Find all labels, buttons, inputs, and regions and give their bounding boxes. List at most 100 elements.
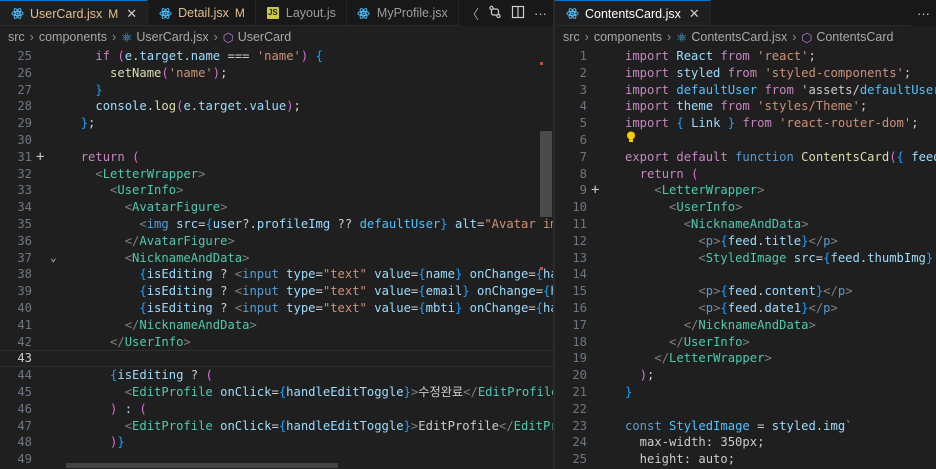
code-line: 9 + <LetterWrapper>	[555, 182, 936, 199]
breadcrumb-item[interactable]: UserCard	[238, 30, 292, 44]
code-text: <p>{feed.content}</p>	[698, 284, 853, 299]
code-line: 22	[555, 401, 936, 418]
code-line: 29 };	[0, 115, 553, 132]
breadcrumb-item[interactable]: ContentsCard.jsx	[691, 30, 787, 44]
react-icon	[357, 6, 371, 20]
line-number: 38	[17, 267, 32, 282]
line-number: 13	[572, 250, 587, 265]
code-line: 39 {isEditing ? <input type="text" value…	[0, 283, 553, 300]
code-line: 20 );	[555, 367, 936, 384]
code-line: 44 {isEditing ? (	[0, 367, 553, 384]
code-text: console.log(e.target.value);	[95, 99, 301, 114]
code-text: <StyledImage src={feed.thumbImg} alt	[698, 250, 934, 265]
code-line: 5 import { Link } from 'react-router-dom'…	[555, 115, 936, 132]
line-number: 24	[572, 435, 587, 450]
right-editor-actions: ···	[911, 0, 936, 26]
line-number: 48	[17, 435, 32, 450]
code-line: 16 <p>{feed.date1}</p>	[555, 300, 936, 317]
code-line: 42 </UserInfo>	[0, 334, 553, 351]
more-actions-icon[interactable]: ···	[917, 6, 930, 21]
code-text: <LetterWrapper>	[654, 183, 765, 198]
breadcrumb-item[interactable]: src	[563, 30, 580, 44]
close-tab-icon[interactable]: ✕	[689, 6, 700, 22]
right-tab-bar: ContentsCard.jsx ✕	[555, 0, 936, 26]
line-number: 5	[579, 116, 587, 131]
code-line: 36 </AvatarFigure>	[0, 233, 553, 250]
tab-layout-js[interactable]: JS Layout.js	[256, 0, 347, 25]
breadcrumb: src › components › ⚛ ContentsCard.jsx › ⬡ Conten…	[555, 27, 936, 47]
left-editor-actions: 〈 ···	[459, 0, 553, 26]
line-number: 44	[17, 368, 32, 383]
react-icon	[565, 7, 579, 21]
react-icon	[10, 7, 24, 21]
code-text: <UserInfo>	[669, 200, 743, 215]
code-text: if (e.target.name === 'name') {	[95, 49, 323, 63]
breadcrumb-item[interactable]: components	[39, 30, 107, 44]
chevron-right-icon: ›	[666, 30, 672, 44]
code-text: <UserInfo>	[110, 183, 184, 198]
tab-label: Layout.js	[285, 6, 336, 20]
compare-changes-icon[interactable]	[488, 5, 502, 22]
scroll-tabs-left-icon[interactable]: 〈	[466, 4, 479, 23]
code-line: 38 {isEditing ? <input type="text" value…	[0, 266, 553, 283]
line-number: 20	[572, 368, 587, 383]
chevron-down-icon[interactable]: ⌄	[50, 250, 57, 267]
tab-label: MyProfile.jsx	[376, 6, 448, 20]
line-number: 12	[572, 233, 587, 248]
code-text: </NicknameAndData>	[683, 317, 816, 332]
more-actions-icon[interactable]: ···	[534, 6, 547, 21]
tab-label: UserCard.jsx	[30, 6, 103, 21]
line-number: 41	[17, 317, 32, 332]
code-line: 30	[0, 132, 553, 149]
right-editor-group: ContentsCard.jsx ✕ ··· src › components › ⚛ Co…	[555, 0, 936, 469]
code-line: 46 ) : (	[0, 401, 553, 418]
code-text: <NicknameAndData>	[124, 250, 250, 265]
tab-contentscard-jsx[interactable]: ContentsCard.jsx ✕	[555, 0, 711, 25]
breadcrumb: src › components › ⚛ UserCard.jsx › ⬡ UserCard	[0, 27, 553, 47]
code-line: 11 <NicknameAndData>	[555, 216, 936, 233]
symbol-method-icon: ⬡	[801, 30, 813, 45]
react-icon	[158, 6, 172, 20]
code-text: <EditProfile onClick={handleEditToggle}>…	[124, 385, 553, 399]
breadcrumb-item[interactable]: src	[8, 30, 25, 44]
code-line: 2 import styled from 'styled-components';	[555, 65, 936, 82]
breadcrumb-item[interactable]: components	[594, 30, 662, 44]
line-number: 46	[17, 401, 32, 416]
add-comment-icon[interactable]: +	[591, 182, 599, 199]
chevron-right-icon: ›	[213, 30, 218, 44]
code-text: return (	[80, 149, 140, 164]
code-text: {isEditing ? <input type="text" value={n…	[139, 267, 553, 282]
code-text: max-width: 350px;	[625, 435, 765, 450]
code-line: 7 export default function ContentsCard({ …	[555, 149, 936, 166]
line-number: 25	[572, 452, 587, 467]
line-number: 4	[579, 99, 587, 114]
code-line: 49	[0, 451, 553, 468]
code-text: <p>{feed.title}</p>	[698, 233, 838, 248]
close-tab-icon[interactable]: ✕	[126, 6, 137, 22]
line-number: 42	[17, 334, 32, 349]
code-line: 18 </UserInfo>	[555, 334, 936, 351]
add-comment-icon[interactable]: +	[36, 149, 44, 166]
react-icon: ⚛	[121, 30, 133, 45]
code-editor[interactable]: 1 import React from 'react'; 2 import style…	[555, 47, 936, 469]
line-number: 29	[17, 116, 32, 131]
split-editor-icon[interactable]	[511, 5, 525, 22]
breadcrumb-item[interactable]: UserCard.jsx	[136, 30, 208, 44]
breadcrumb-item[interactable]: ContentsCard	[816, 30, 893, 44]
line-number: 3	[579, 82, 587, 97]
code-line: 34 <AvatarFigure>	[0, 199, 553, 216]
tab-usercard-jsx[interactable]: UserCard.jsx M ✕	[0, 0, 149, 25]
line-number: 8	[579, 166, 587, 181]
code-text: <EditProfile onClick={handleEditToggle}>…	[124, 418, 553, 433]
code-editor[interactable]: 25 if (e.target.name === 'name') {26 set…	[0, 47, 553, 469]
code-line: 4 import theme from 'styles/Theme';	[555, 98, 936, 115]
tab-myprofile-jsx[interactable]: MyProfile.jsx	[347, 0, 459, 25]
code-text: {isEditing ? (	[110, 368, 213, 383]
tab-detail-jsx[interactable]: Detail.jsx M	[148, 0, 256, 25]
code-text: }	[625, 385, 633, 399]
code-line: 37 ⌄ <NicknameAndData>	[0, 250, 553, 267]
line-number: 26	[17, 65, 32, 80]
code-line: 14	[555, 266, 936, 283]
line-number: 10	[572, 200, 587, 215]
code-line: 23 const StyledImage = styled.img`	[555, 418, 936, 435]
